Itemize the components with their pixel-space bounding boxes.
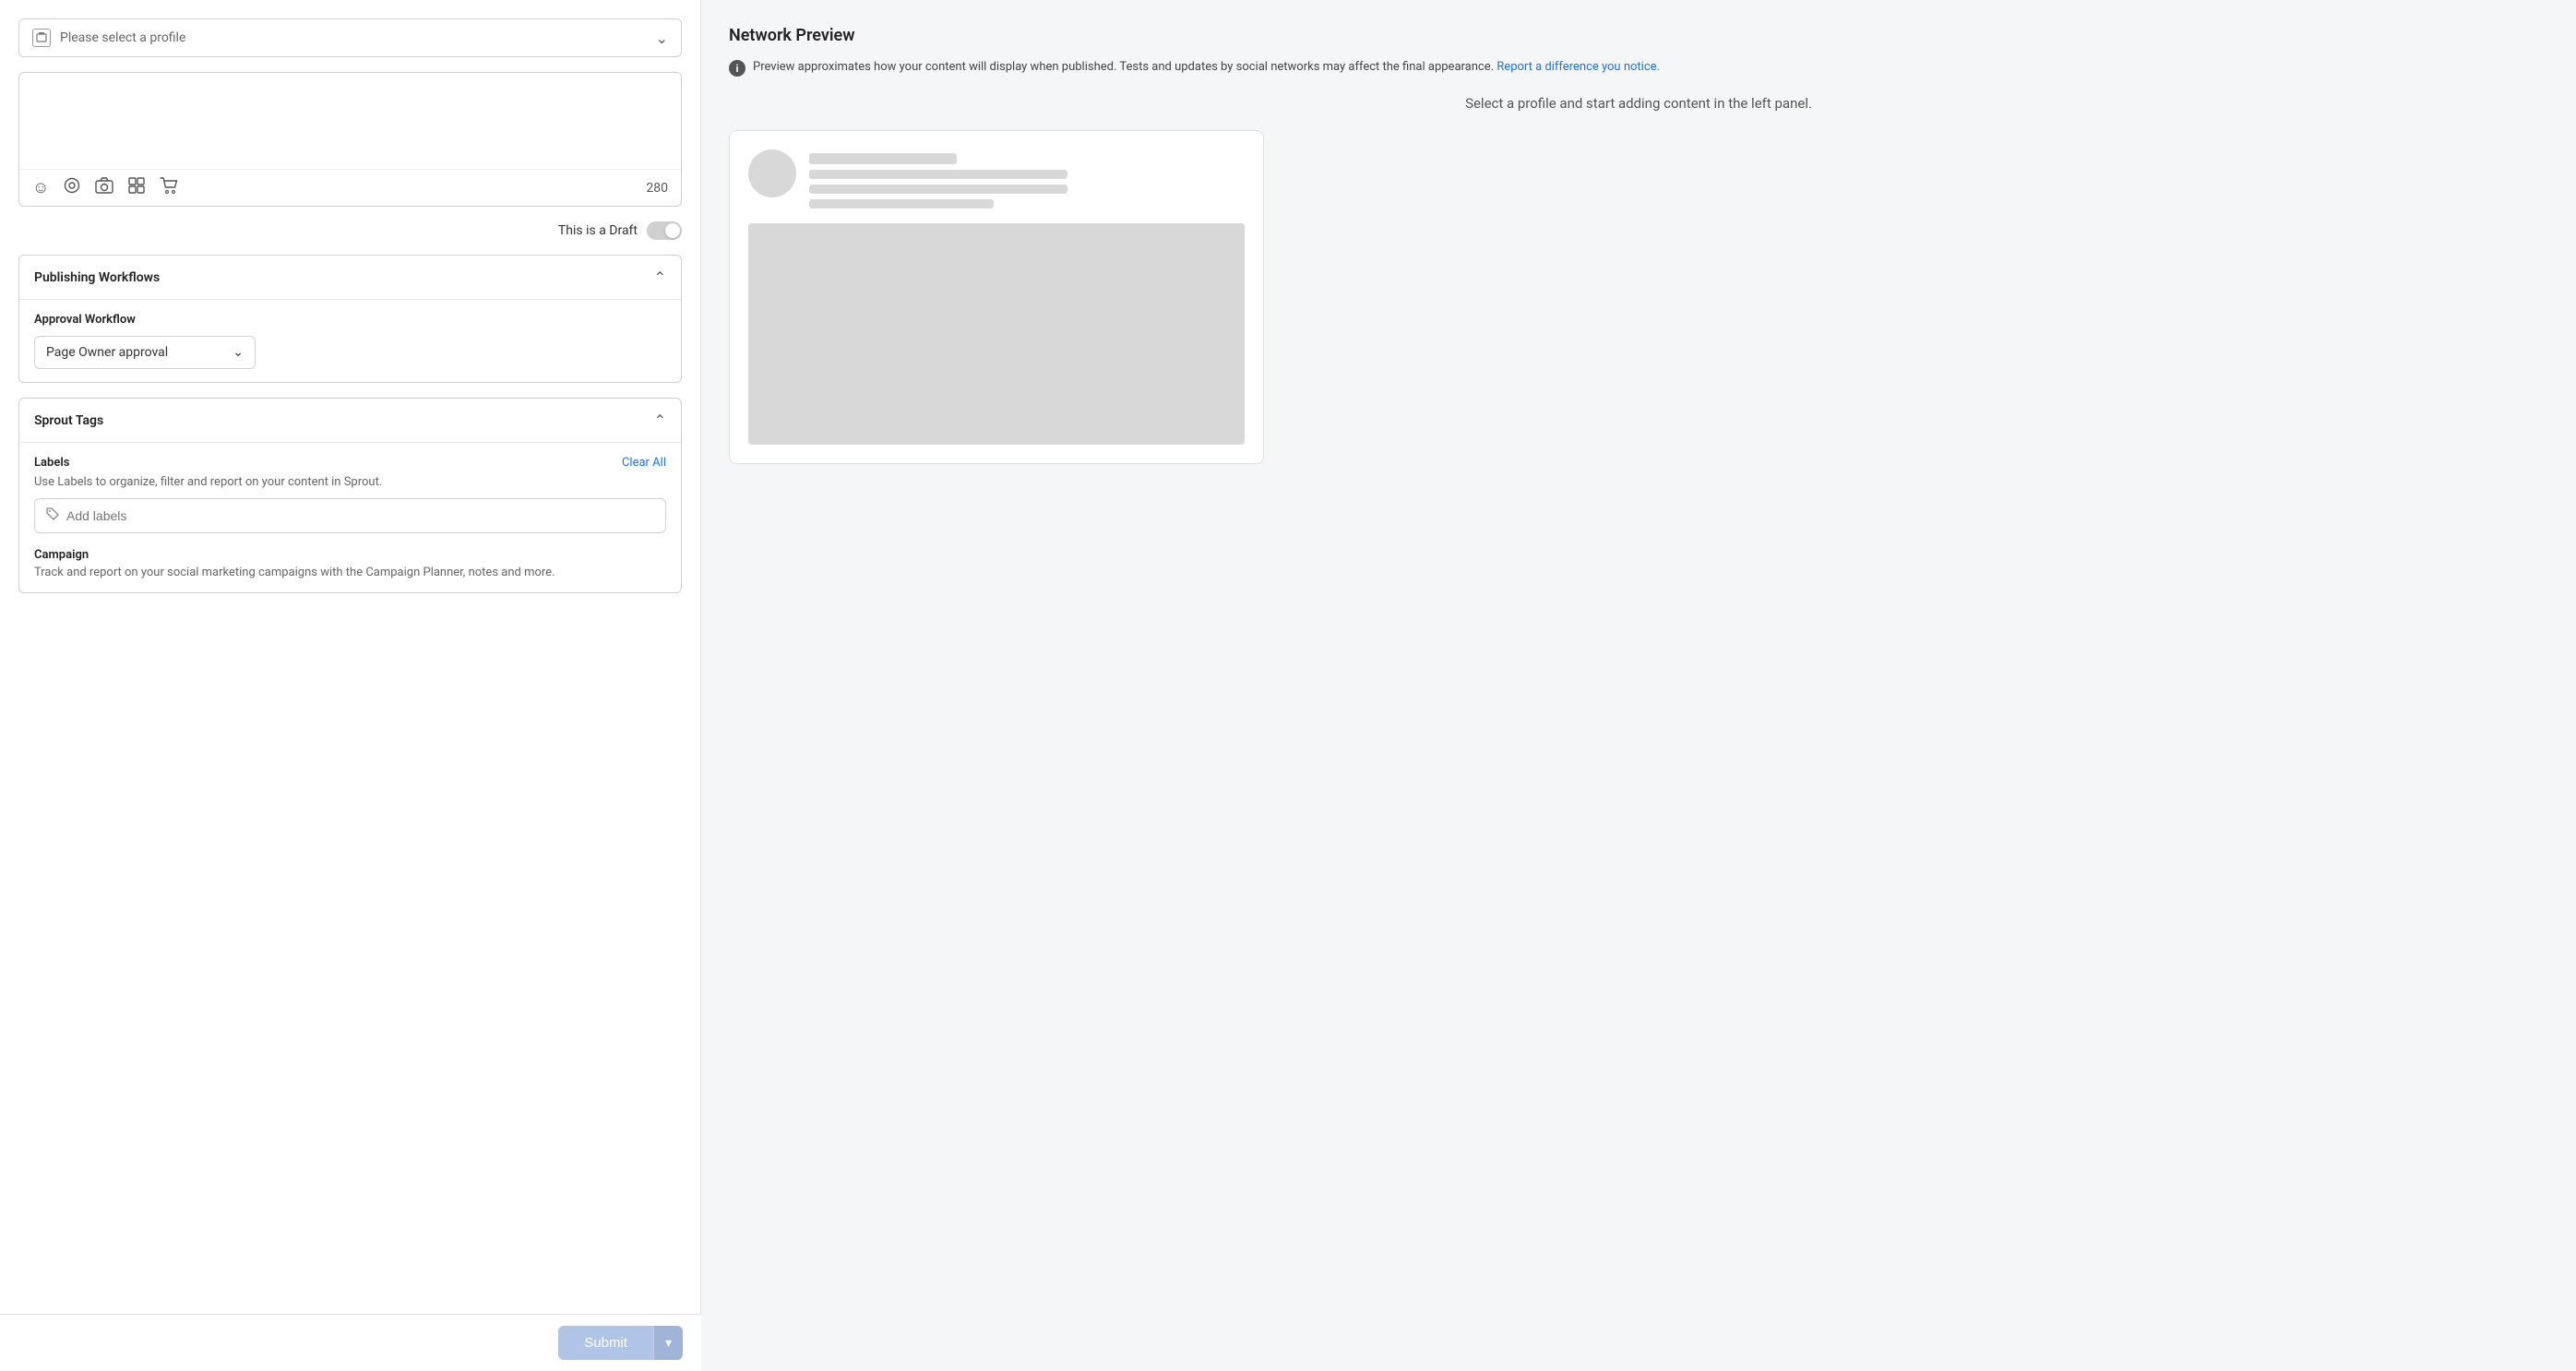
- labels-title: Labels: [34, 456, 69, 470]
- preview-info-box: i Preview approximates how your content …: [729, 58, 2548, 77]
- report-difference-link[interactable]: Report a difference you notice.: [1497, 60, 1660, 74]
- preview-info-text: Preview approximates how your content wi…: [753, 58, 1660, 77]
- submit-bar: Submit ▾: [0, 1314, 701, 1371]
- sprout-tags-body: Labels Clear All Use Labels to organize,…: [19, 442, 681, 592]
- approval-workflow-value: Page Owner approval: [46, 345, 168, 360]
- campaign-title: Campaign: [34, 548, 666, 562]
- grid-icon[interactable]: [128, 177, 145, 198]
- approval-workflow-label: Approval Workflow: [34, 313, 666, 327]
- labels-header: Labels Clear All: [34, 456, 666, 470]
- text-area-section: ☺: [18, 72, 682, 207]
- left-panel: Please select a profile ⌄ ☺: [0, 0, 701, 1371]
- profile-icon: [32, 29, 51, 47]
- emoji-icon[interactable]: ☺: [32, 178, 49, 197]
- preview-card: [729, 130, 1264, 464]
- approval-workflow-select[interactable]: Page Owner approval ⌄: [34, 336, 256, 369]
- draft-row: This is a Draft: [18, 221, 682, 240]
- sprout-tags-chevron-up-icon: ⌃: [654, 411, 666, 429]
- char-count: 280: [646, 181, 668, 196]
- camera-icon[interactable]: [95, 177, 113, 198]
- submit-dropdown-button[interactable]: ▾: [653, 1326, 683, 1360]
- sprout-tags-header[interactable]: Sprout Tags ⌃: [19, 399, 681, 442]
- preview-line-name: [809, 153, 957, 164]
- labels-description: Use Labels to organize, filter and repor…: [34, 475, 666, 489]
- draft-toggle[interactable]: [647, 221, 682, 240]
- submit-btn-group: Submit ▾: [558, 1326, 683, 1360]
- preview-avatar: [748, 149, 796, 197]
- publishing-workflows-section: Publishing Workflows ⌃ Approval Workflow…: [18, 255, 682, 383]
- preview-line-text-2: [809, 185, 1067, 194]
- preview-line-text-3: [809, 199, 994, 209]
- publishing-workflows-title: Publishing Workflows: [34, 270, 160, 285]
- network-preview-title: Network Preview: [729, 26, 2548, 45]
- toolbar-icons: ☺: [32, 177, 178, 198]
- publishing-workflows-chevron-up-icon: ⌃: [654, 268, 666, 286]
- campaign-section: Campaign Track and report on your social…: [34, 548, 666, 579]
- labels-input-row[interactable]: [34, 498, 666, 533]
- post-text-input[interactable]: [19, 73, 681, 165]
- mention-icon[interactable]: [64, 177, 80, 198]
- campaign-description: Track and report on your social marketin…: [34, 566, 666, 579]
- publishing-workflows-body: Approval Workflow Page Owner approval ⌄: [19, 299, 681, 382]
- right-panel: Network Preview i Preview approximates h…: [701, 0, 2576, 1371]
- cart-icon[interactable]: [160, 177, 178, 198]
- profile-selector-left: Please select a profile: [32, 29, 185, 47]
- profile-placeholder: Please select a profile: [60, 30, 185, 45]
- info-icon: i: [729, 60, 745, 77]
- preview-card-header: [748, 149, 1245, 209]
- submit-button[interactable]: Submit: [558, 1326, 653, 1360]
- approval-chevron-down-icon: ⌄: [233, 345, 244, 360]
- draft-label: This is a Draft: [558, 223, 638, 238]
- preview-image-placeholder: [748, 223, 1245, 445]
- clear-all-button[interactable]: Clear All: [622, 456, 666, 470]
- profile-selector[interactable]: Please select a profile ⌄: [18, 18, 682, 57]
- sprout-tags-section: Sprout Tags ⌃ Labels Clear All Use Label…: [18, 398, 682, 593]
- tag-icon: [46, 507, 59, 524]
- preview-line-text-1: [809, 170, 1067, 179]
- profile-chevron-down-icon: ⌄: [656, 30, 668, 47]
- sprout-tags-title: Sprout Tags: [34, 413, 103, 428]
- text-area-toolbar: ☺: [19, 169, 681, 206]
- labels-input[interactable]: [66, 508, 654, 523]
- preview-select-prompt: Select a profile and start adding conten…: [729, 95, 2548, 112]
- publishing-workflows-header[interactable]: Publishing Workflows ⌃: [19, 256, 681, 299]
- preview-name-lines: [809, 149, 1245, 209]
